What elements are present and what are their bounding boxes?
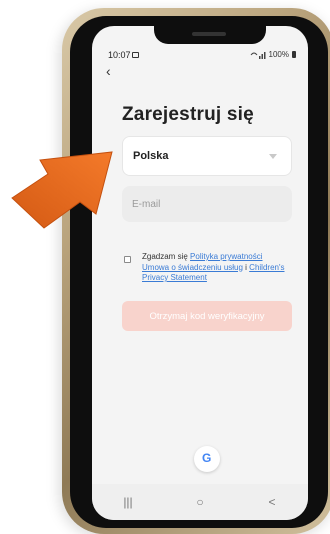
pointer-arrow-icon: [11, 151, 113, 229]
google-icon: G: [202, 451, 212, 465]
country-value: Polska: [133, 150, 169, 162]
email-field[interactable]: [122, 186, 292, 222]
consent-text: Zgadzam się Polityka prywatności Umowa o …: [142, 252, 302, 284]
consent-checkbox[interactable]: [124, 256, 131, 263]
notification-icon: [132, 52, 139, 58]
phone-speaker: [192, 32, 226, 36]
chevron-down-icon: [269, 154, 277, 159]
signal-icon: [250, 51, 266, 59]
service-agreement-link[interactable]: Umowa o świadczeniu usług: [142, 263, 243, 272]
system-nav-bar: ||| ○ <: [92, 484, 308, 520]
battery-percent: 100%: [268, 50, 289, 59]
system-back-button[interactable]: <: [257, 495, 287, 509]
country-select[interactable]: Polska: [122, 136, 292, 176]
recents-button[interactable]: |||: [113, 495, 143, 509]
status-indicators: 100%: [250, 50, 296, 59]
consent-prefix: Zgadzam się: [142, 252, 191, 261]
status-time: 10:07: [108, 50, 131, 60]
battery-icon: [292, 51, 296, 58]
page-title: Zarejestruj się: [122, 104, 254, 125]
home-button[interactable]: ○: [185, 495, 215, 509]
google-login-button[interactable]: G: [194, 446, 220, 472]
privacy-policy-link[interactable]: Polityka prywatności: [190, 252, 262, 261]
get-verification-code-button[interactable]: Otrzymaj kod weryfikacyjny: [122, 301, 292, 331]
back-icon[interactable]: ‹: [106, 64, 120, 78]
app-screen: 10:07 100% ‹ Zarejestruj się Polska Zgad…: [92, 26, 308, 520]
